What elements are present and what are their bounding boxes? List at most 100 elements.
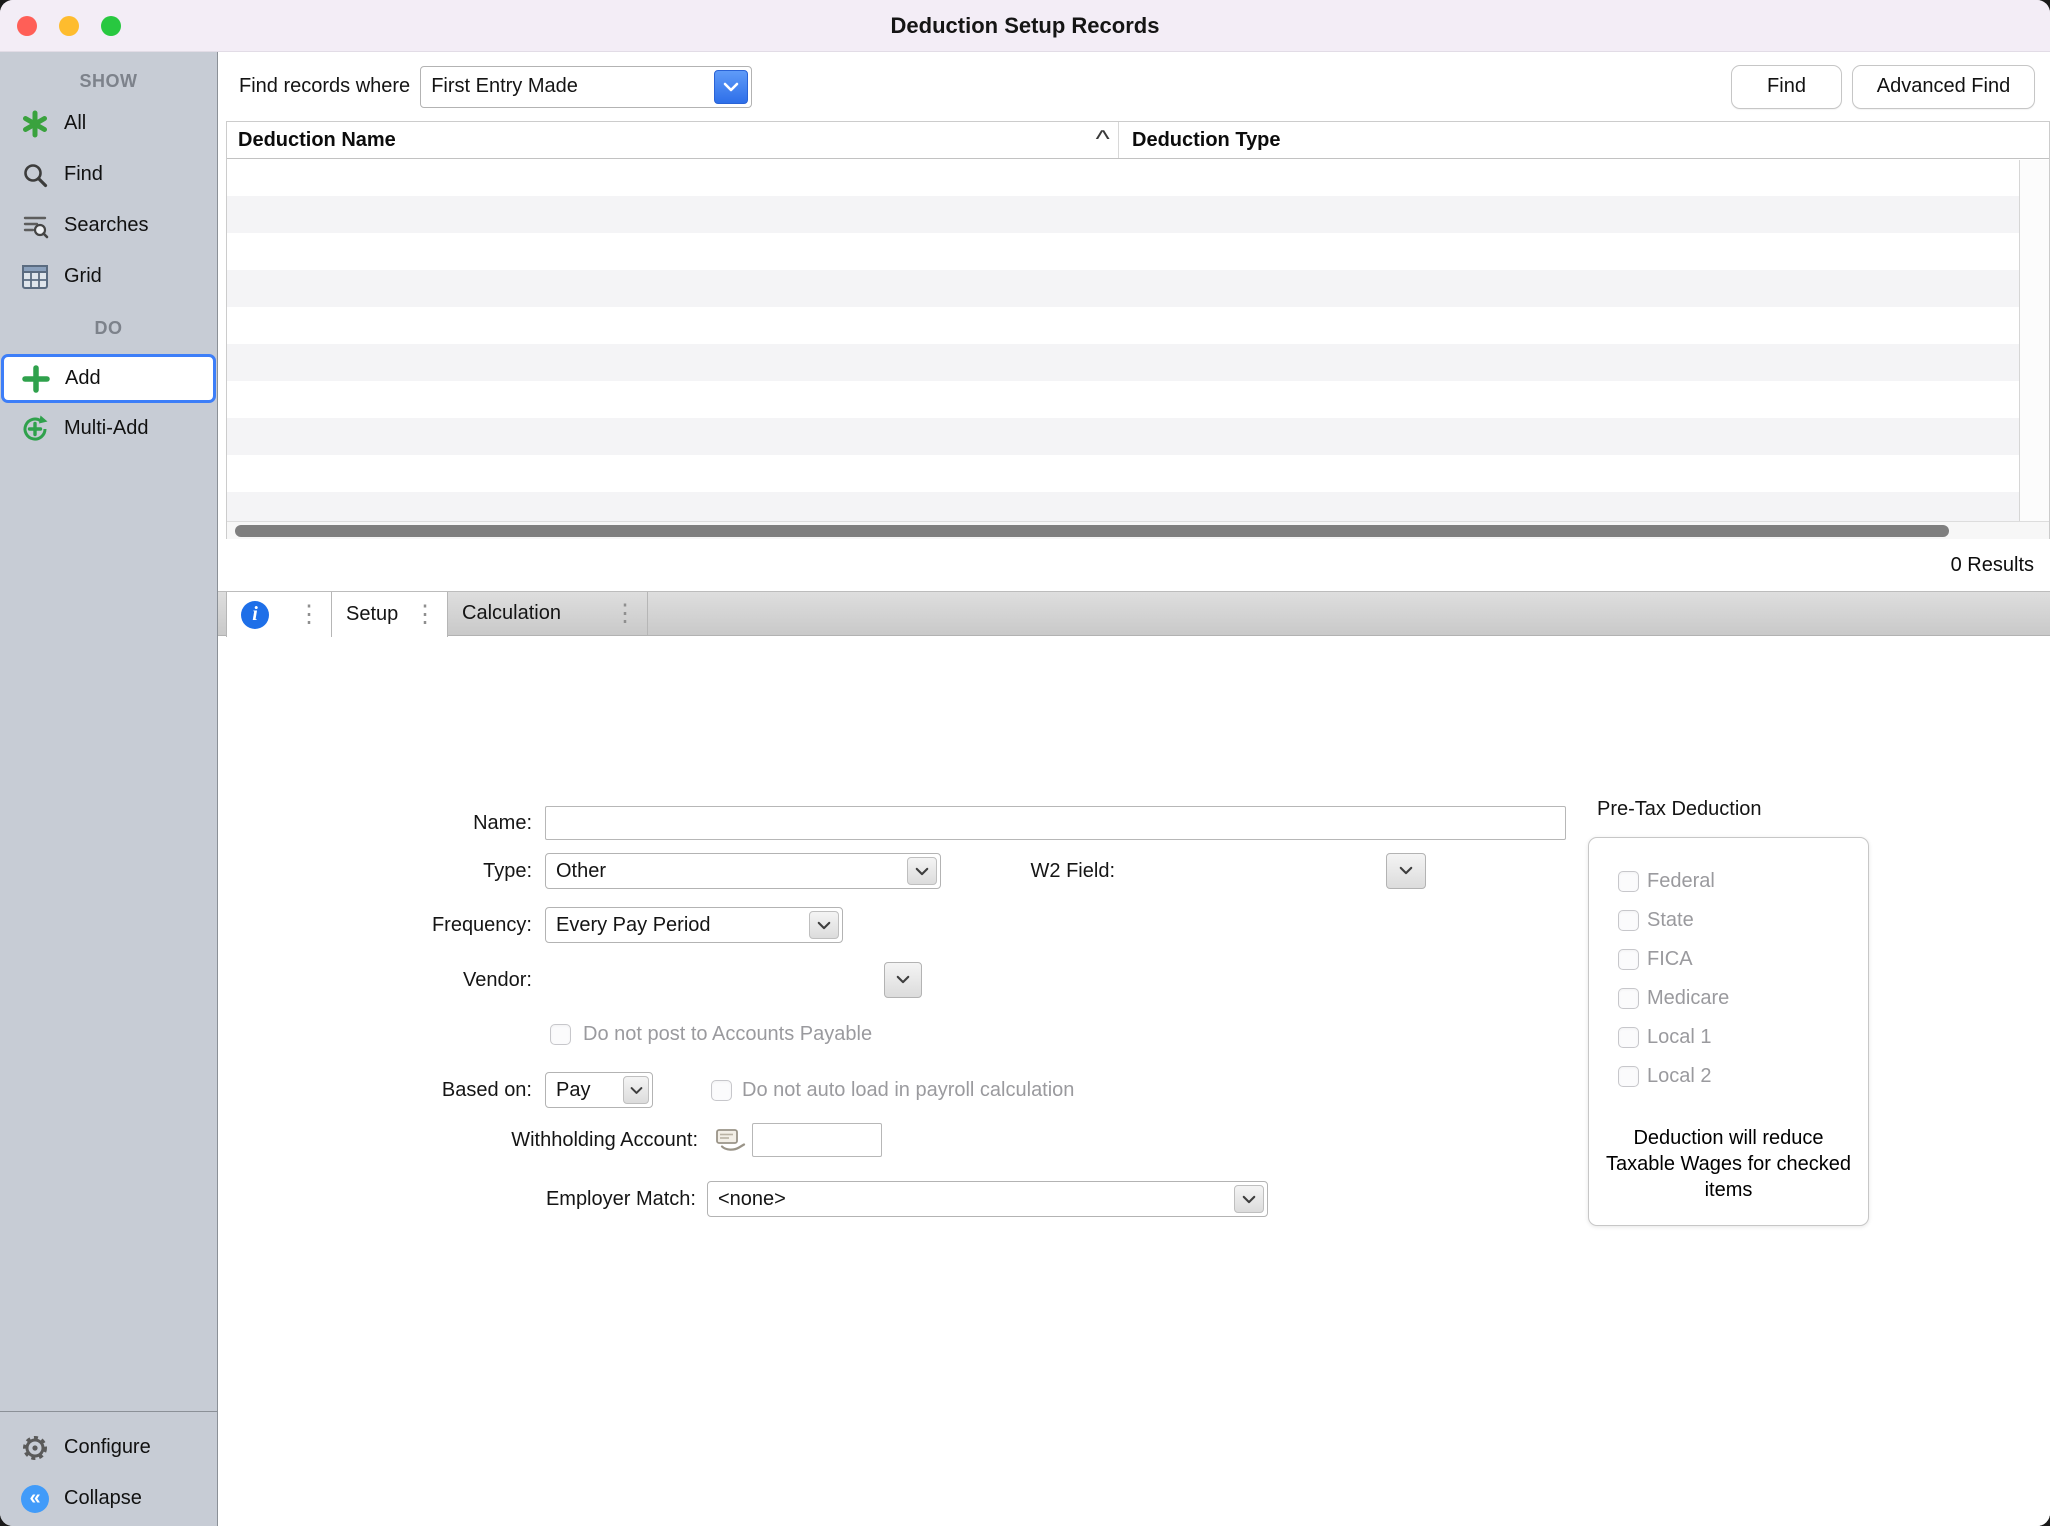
asterisk-icon <box>19 108 51 140</box>
app-window: Deduction Setup Records SHOW All Find Se… <box>0 0 2050 1526</box>
gear-icon <box>19 1432 51 1464</box>
sidebar-footer: Configure « Collapse <box>0 1411 217 1526</box>
sidebar-item-label: Configure <box>64 1436 151 1459</box>
horizontal-scrollbar-track <box>227 521 2049 539</box>
employer-match-value: <none> <box>708 1188 1231 1211</box>
medicare-checkbox[interactable] <box>1618 988 1639 1009</box>
based-on-label: Based on: <box>218 1072 532 1108</box>
minimize-window-button[interactable] <box>59 16 79 36</box>
frequency-value: Every Pay Period <box>546 914 806 937</box>
sidebar-item-label: Collapse <box>64 1487 142 1510</box>
chevron-down-icon <box>623 1076 649 1104</box>
find-field-dropdown[interactable]: First Entry Made <box>420 66 752 108</box>
advanced-find-button[interactable]: Advanced Find <box>1852 65 2035 109</box>
column-label: Deduction Name <box>238 129 396 152</box>
pretax-option-state: State <box>1618 910 1868 931</box>
checkbox-label: Federal <box>1647 870 1715 893</box>
federal-checkbox[interactable] <box>1618 871 1639 892</box>
sidebar-section-show: SHOW <box>0 64 217 98</box>
autoload-checkbox-row: Do not auto load in payroll calculation <box>711 1079 1074 1102</box>
sidebar-item-label: Searches <box>64 214 149 237</box>
horizontal-scrollbar-thumb[interactable] <box>235 525 1949 537</box>
sidebar-item-find[interactable]: Find <box>0 149 217 200</box>
name-input[interactable] <box>545 806 1566 840</box>
pretax-options-list: Federal State FICA Medicare <box>1589 838 1868 1087</box>
checkbox-label: Medicare <box>1647 987 1729 1010</box>
based-on-dropdown[interactable]: Pay <box>545 1072 653 1108</box>
drag-handle-icon: ⋮ <box>609 602 641 626</box>
checkbox-label: Local 1 <box>1647 1026 1712 1049</box>
close-window-button[interactable] <box>17 16 37 36</box>
sidebar-item-multi-add[interactable]: Multi-Add <box>0 403 217 454</box>
sidebar-item-grid[interactable]: Grid <box>0 251 217 302</box>
tab-setup[interactable]: Setup ⋮ <box>332 592 448 637</box>
find-field-value: First Entry Made <box>421 75 711 98</box>
withholding-account-input[interactable] <box>752 1123 882 1157</box>
based-on-value: Pay <box>546 1079 620 1102</box>
w2-field-dropdown[interactable] <box>1386 853 1426 889</box>
employer-match-label: Employer Match: <box>218 1181 696 1217</box>
magnifier-icon <box>19 159 51 191</box>
local2-checkbox[interactable] <box>1618 1066 1639 1087</box>
vertical-scrollbar-gutter <box>2019 160 2049 521</box>
plus-icon <box>20 363 52 395</box>
pretax-option-local2: Local 2 <box>1618 1066 1868 1087</box>
sidebar-item-label: Find <box>64 163 103 186</box>
chevron-down-icon <box>809 911 839 939</box>
sidebar-item-add[interactable]: Add <box>1 354 216 403</box>
pretax-deduction-title: Pre-Tax Deduction <box>1597 798 1762 821</box>
name-label: Name: <box>218 806 532 840</box>
chevron-down-icon <box>1399 862 1413 880</box>
sidebar-item-searches[interactable]: Searches <box>0 200 217 251</box>
detail-tab-bar: i ⋮ Setup ⋮ Calculation ⋮ <box>218 591 2050 636</box>
do-not-post-ap-checkbox[interactable] <box>550 1024 571 1045</box>
frequency-dropdown[interactable]: Every Pay Period <box>545 907 843 943</box>
results-count: 0 Results <box>1951 554 2034 577</box>
ap-checkbox-row: Do not post to Accounts Payable <box>550 1023 872 1046</box>
type-label: Type: <box>218 853 532 889</box>
employer-match-dropdown[interactable]: <none> <box>707 1181 1268 1217</box>
column-header-deduction-type[interactable]: Deduction Type <box>1119 122 2049 158</box>
tab-calculation[interactable]: Calculation ⋮ <box>448 592 648 635</box>
setup-form: Name: Type: Other W2 Field: Frequency: E… <box>218 636 2050 1526</box>
search-list-icon <box>19 210 51 242</box>
column-header-deduction-name[interactable]: Deduction Name ^ <box>227 122 1119 158</box>
sidebar-item-configure[interactable]: Configure <box>0 1422 217 1473</box>
grid-icon <box>19 261 51 293</box>
checkbox-label: Do not post to Accounts Payable <box>583 1023 872 1046</box>
pretax-panel: Federal State FICA Medicare <box>1588 837 1869 1226</box>
sidebar-section-do: DO <box>0 302 217 354</box>
sort-ascending-icon[interactable]: ^ <box>1095 126 1109 154</box>
drag-handle-icon: ⋮ <box>293 603 325 627</box>
pretax-option-local1: Local 1 <box>1618 1027 1868 1048</box>
sidebar-item-label: All <box>64 112 86 135</box>
drag-handle-icon: ⋮ <box>409 603 441 627</box>
withholding-account-label: Withholding Account: <box>218 1122 698 1158</box>
info-icon[interactable]: i <box>241 601 269 629</box>
sidebar-item-label: Add <box>65 367 101 390</box>
pretax-option-federal: Federal <box>1618 871 1868 892</box>
find-button[interactable]: Find <box>1731 65 1842 109</box>
multi-add-icon <box>19 413 51 445</box>
fica-checkbox[interactable] <box>1618 949 1639 970</box>
vendor-dropdown[interactable] <box>884 962 922 998</box>
main-content: Find records where First Entry Made Find… <box>218 52 2050 1526</box>
withholding-account-lookup-icon[interactable] <box>714 1127 746 1158</box>
window-title: Deduction Setup Records <box>0 13 2050 39</box>
sidebar-item-all[interactable]: All <box>0 98 217 149</box>
zoom-window-button[interactable] <box>101 16 121 36</box>
pretax-option-fica: FICA <box>1618 949 1868 970</box>
state-checkbox[interactable] <box>1618 910 1639 931</box>
chevron-down-icon <box>896 971 910 989</box>
sidebar-item-collapse[interactable]: « Collapse <box>0 1473 217 1524</box>
collapse-icon: « <box>19 1483 51 1515</box>
find-bar: Find records where First Entry Made Find… <box>218 52 2050 121</box>
local1-checkbox[interactable] <box>1618 1027 1639 1048</box>
chevron-down-icon <box>714 70 748 104</box>
frequency-label: Frequency: <box>218 907 532 943</box>
vendor-label: Vendor: <box>218 962 532 998</box>
tab-label: Calculation <box>462 602 561 625</box>
chevron-down-icon <box>1234 1185 1264 1213</box>
title-bar: Deduction Setup Records <box>0 0 2050 52</box>
do-not-autoload-checkbox[interactable] <box>711 1080 732 1101</box>
